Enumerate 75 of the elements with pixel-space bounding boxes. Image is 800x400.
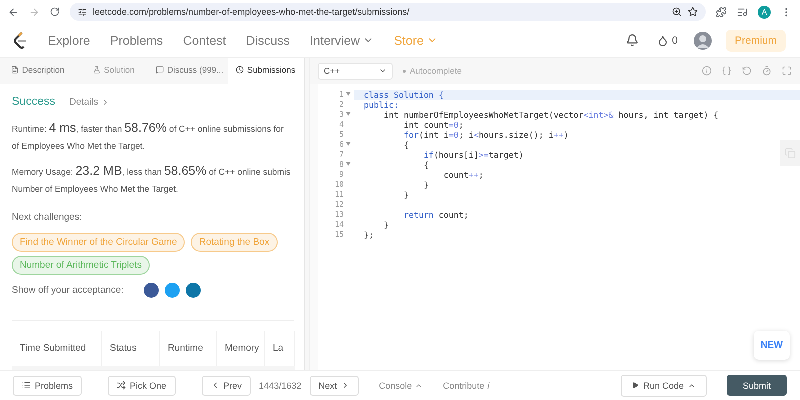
nav-link[interactable]: Interview <box>310 34 374 48</box>
code-line: count++; <box>442 170 484 180</box>
nav-link[interactable]: Discuss <box>246 34 290 48</box>
code-line: if(hours[i]>=target) <box>422 150 524 160</box>
next-button[interactable]: Next <box>310 376 360 396</box>
code-line: }; <box>363 230 374 240</box>
code-line: class Solution { <box>363 90 444 100</box>
fullscreen-icon[interactable] <box>782 66 792 76</box>
info-icon[interactable] <box>702 66 712 76</box>
result-text: Number of Employees Who Met the Target. <box>12 183 180 196</box>
language-select[interactable]: C++ <box>318 62 393 80</box>
drop-icon <box>657 34 670 46</box>
console-link[interactable]: Console <box>379 380 424 390</box>
result-text: of Employees Who Met the Target. <box>12 140 146 153</box>
fold-icon[interactable] <box>346 142 351 146</box>
timer-icon[interactable] <box>762 66 772 76</box>
tab[interactable]: Description <box>0 58 76 84</box>
fold-icon[interactable] <box>346 92 351 96</box>
code-line: int numberOfEmployeesWhoMetTarget(vector<int>& hours, int target) { <box>382 110 719 120</box>
code-line: } <box>382 220 389 230</box>
user-avatar[interactable] <box>694 32 712 50</box>
code-line: { <box>422 160 429 170</box>
reload-icon[interactable] <box>50 7 60 17</box>
fold-icon[interactable] <box>346 112 351 116</box>
contribute-link[interactable]: Contribute i <box>443 380 490 390</box>
code-line: } <box>402 190 409 200</box>
linkedin-icon[interactable] <box>186 283 201 298</box>
reset-icon[interactable] <box>742 66 752 76</box>
run-code-button[interactable]: Run Code <box>621 374 707 396</box>
code-line: { <box>402 140 409 150</box>
braces-icon[interactable] <box>722 66 732 76</box>
status-label: Success <box>12 96 56 108</box>
result-text: Runtime: 4 ms, faster than 58.76% of C++ online submissions for <box>12 120 285 137</box>
nav-link[interactable]: Contest <box>183 34 226 48</box>
document-icon <box>11 66 20 74</box>
nav-link[interactable]: Explore <box>48 34 90 48</box>
problems-button[interactable]: Problems <box>13 376 82 396</box>
share-label: Show off your acceptance: <box>12 285 124 296</box>
play-icon <box>632 382 640 389</box>
new-button[interactable]: NEW <box>754 331 790 360</box>
flask-icon <box>93 66 102 74</box>
shuffle-icon <box>117 381 126 390</box>
forward-icon[interactable] <box>29 6 40 18</box>
submit-button[interactable]: Submit <box>726 375 787 396</box>
media-icon[interactable] <box>737 6 748 18</box>
chat-icon <box>156 66 164 74</box>
problem-counter: 1443/1632 <box>259 380 302 390</box>
bookmark-star-icon[interactable] <box>688 7 698 17</box>
logo-icon <box>14 32 28 49</box>
code-line: public: <box>363 100 399 110</box>
extensions-icon[interactable] <box>716 6 727 18</box>
pick-one-button[interactable]: Pick One <box>108 376 176 396</box>
twitter-icon[interactable] <box>164 283 180 298</box>
address-bar[interactable]: leetcode.com/problems/number-of-employees-who-met-the-target/submissions/ <box>70 3 706 21</box>
site-settings-icon <box>78 8 87 16</box>
code-line: } <box>422 180 429 190</box>
list-icon <box>22 381 31 390</box>
tab[interactable]: Submissions <box>228 58 304 84</box>
code-line: for(int i=0; i<hours.size(); i++) <box>402 130 569 140</box>
notifications-icon[interactable] <box>626 34 640 47</box>
next-challenges-label: Next challenges: <box>12 212 84 223</box>
facebook-icon[interactable] <box>144 283 159 298</box>
profile-avatar[interactable]: A <box>758 6 771 18</box>
prev-button[interactable]: Prev <box>202 376 252 396</box>
code-line: int count=0; <box>402 120 464 130</box>
code-line: return count; <box>402 210 469 220</box>
streak-count: 0 <box>672 34 678 46</box>
clock-icon <box>236 66 244 74</box>
zoom-icon[interactable] <box>672 7 682 17</box>
details-link[interactable]: Details <box>69 96 110 108</box>
fold-icon[interactable] <box>346 162 351 166</box>
chevron-down-icon <box>379 67 387 75</box>
back-icon[interactable] <box>8 6 19 18</box>
nav-link[interactable]: Problems <box>110 34 164 48</box>
result-text: Memory Usage: 23.2 MB, less than 58.65% of C++ online submis <box>12 163 292 180</box>
